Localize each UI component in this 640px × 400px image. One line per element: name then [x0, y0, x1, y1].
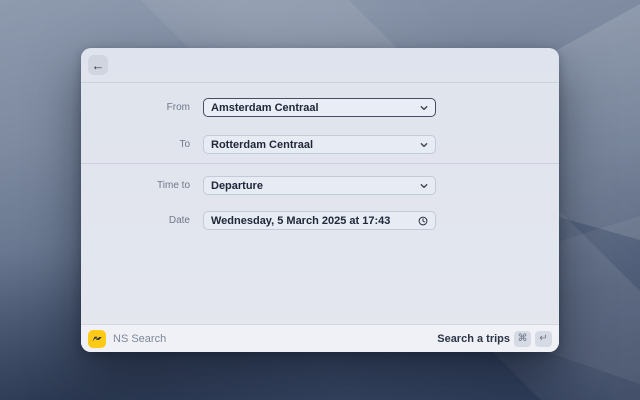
desktop-wallpaper: ← From Amsterdam Centraal To Rotterdam C… — [0, 0, 640, 400]
command-key-icon: ⌘ — [514, 331, 531, 347]
clock-icon — [418, 216, 428, 226]
app-name: NS Search — [113, 333, 166, 345]
time-to-label: Time to — [81, 176, 190, 195]
chevron-down-icon — [420, 104, 428, 112]
chevron-down-icon — [420, 141, 428, 149]
window-header: ← — [81, 48, 559, 83]
status-bar: NS Search Search a trips ⌘ ↵ — [81, 324, 559, 352]
from-dropdown[interactable]: Amsterdam Centraal — [203, 98, 436, 117]
ns-logo-icon — [91, 335, 103, 343]
back-arrow-icon: ← — [92, 59, 105, 72]
date-picker[interactable]: Wednesday, 5 March 2025 at 17:43 — [203, 211, 436, 230]
search-trips-action[interactable]: Search a trips — [437, 333, 510, 345]
ns-app-icon — [88, 330, 106, 348]
date-label: Date — [81, 211, 190, 230]
time-to-value: Departure — [211, 180, 420, 192]
time-to-dropdown[interactable]: Departure — [203, 176, 436, 195]
chevron-down-icon — [420, 182, 428, 190]
date-value: Wednesday, 5 March 2025 at 17:43 — [211, 215, 418, 227]
to-label: To — [81, 135, 190, 154]
to-value: Rotterdam Centraal — [211, 139, 420, 151]
back-button[interactable]: ← — [88, 55, 108, 75]
from-label: From — [81, 98, 190, 117]
trip-form: From Amsterdam Centraal To Rotterdam Cen… — [81, 83, 559, 324]
section-divider — [81, 163, 559, 164]
from-value: Amsterdam Centraal — [211, 102, 420, 114]
enter-key-icon: ↵ — [535, 331, 552, 347]
ns-search-window: ← From Amsterdam Centraal To Rotterdam C… — [81, 48, 559, 352]
to-dropdown[interactable]: Rotterdam Centraal — [203, 135, 436, 154]
